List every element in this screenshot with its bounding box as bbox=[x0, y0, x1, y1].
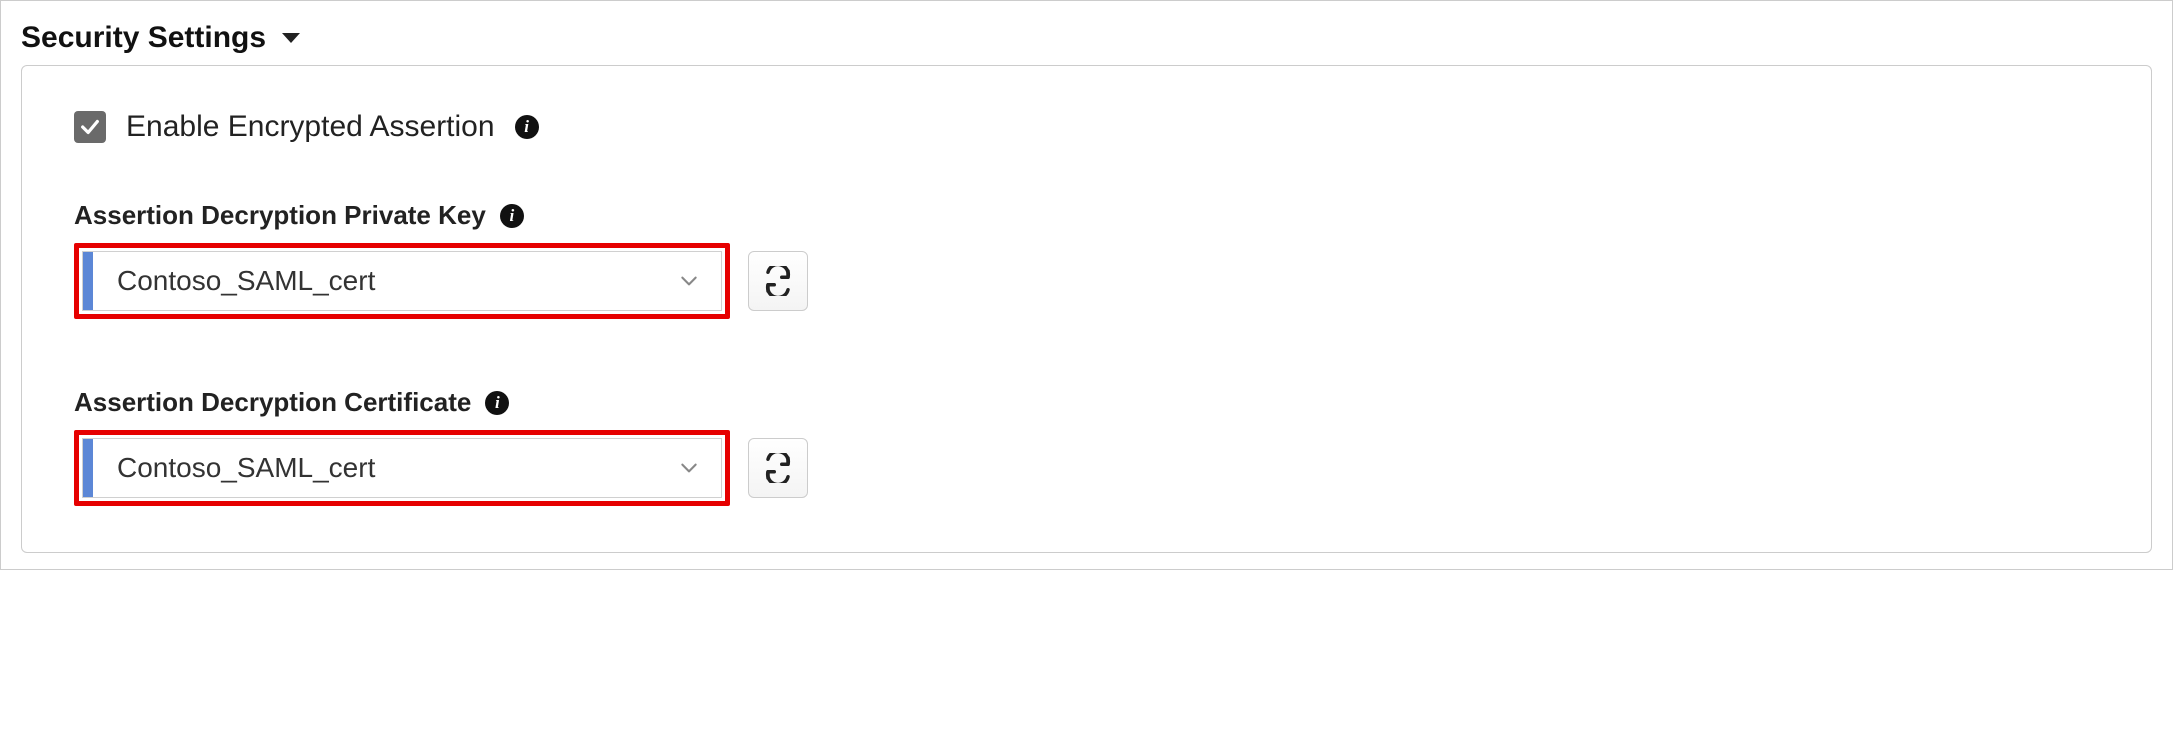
select-accent-bar bbox=[83, 439, 93, 497]
caret-down-icon bbox=[282, 33, 300, 43]
spacer bbox=[74, 319, 2099, 367]
settings-panel: Enable Encrypted Assertion i Assertion D… bbox=[21, 65, 2152, 553]
highlight-box: Contoso_SAML_cert bbox=[74, 243, 730, 319]
private-key-value: Contoso_SAML_cert bbox=[93, 265, 657, 297]
certificate-label: Assertion Decryption Certificate bbox=[74, 387, 471, 418]
private-key-label: Assertion Decryption Private Key bbox=[74, 200, 486, 231]
enable-encrypted-assertion-row: Enable Encrypted Assertion i bbox=[74, 110, 2099, 144]
info-icon[interactable]: i bbox=[515, 115, 539, 139]
check-icon bbox=[79, 116, 101, 138]
section-header[interactable]: Security Settings bbox=[21, 7, 2152, 65]
highlight-box: Contoso_SAML_cert bbox=[74, 430, 730, 506]
private-key-select[interactable]: Contoso_SAML_cert bbox=[82, 251, 722, 311]
enable-encrypted-assertion-label: Enable Encrypted Assertion bbox=[126, 110, 495, 144]
info-icon[interactable]: i bbox=[485, 391, 509, 415]
info-icon[interactable]: i bbox=[500, 204, 524, 228]
certificate-value: Contoso_SAML_cert bbox=[93, 452, 657, 484]
refresh-icon bbox=[763, 453, 793, 483]
certificate-refresh-button[interactable] bbox=[748, 438, 808, 498]
section-title: Security Settings bbox=[21, 21, 266, 55]
security-settings-container: Security Settings Enable Encrypted Asser… bbox=[0, 0, 2173, 570]
certificate-select[interactable]: Contoso_SAML_cert bbox=[82, 438, 722, 498]
chevron-down-icon bbox=[657, 271, 721, 291]
enable-encrypted-assertion-checkbox[interactable] bbox=[74, 111, 106, 143]
certificate-control-row: Contoso_SAML_cert bbox=[74, 430, 2099, 506]
private-key-control-row: Contoso_SAML_cert bbox=[74, 243, 2099, 319]
private-key-refresh-button[interactable] bbox=[748, 251, 808, 311]
select-accent-bar bbox=[83, 252, 93, 310]
private-key-label-row: Assertion Decryption Private Key i bbox=[74, 200, 2099, 231]
refresh-icon bbox=[763, 266, 793, 296]
certificate-label-row: Assertion Decryption Certificate i bbox=[74, 387, 2099, 418]
private-key-field: Assertion Decryption Private Key i Conto… bbox=[74, 200, 2099, 319]
certificate-field: Assertion Decryption Certificate i Conto… bbox=[74, 387, 2099, 506]
chevron-down-icon bbox=[657, 458, 721, 478]
